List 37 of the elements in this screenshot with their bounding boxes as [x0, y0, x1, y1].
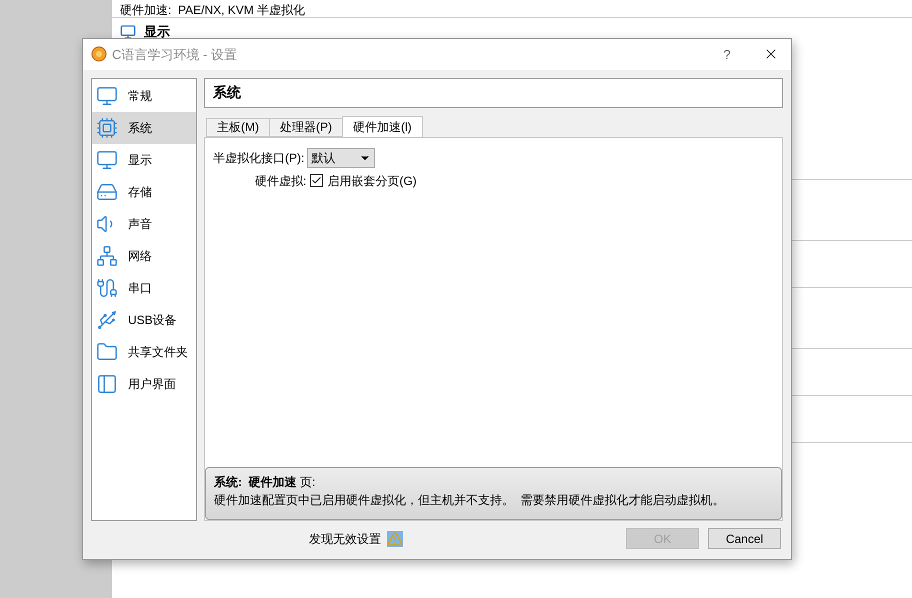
message-text: 硬件加速配置页中已启用硬件虚拟化，但主机并不支持。 需要禁用硬件虚拟化才能启动虚拟机。 — [214, 492, 726, 509]
sidebar-item[interactable]: 系统 — [92, 112, 196, 144]
monitor-icon — [120, 24, 136, 40]
tab[interactable]: 主板(M) — [206, 118, 270, 137]
chip-icon — [96, 116, 118, 139]
message-title: 系统: 硬件加速 页: — [214, 474, 316, 491]
monitor-icon — [96, 148, 118, 171]
sidebar-item[interactable]: USB设备 — [92, 304, 196, 336]
sidebar-item[interactable]: 串口 — [92, 272, 196, 304]
field-label: 硬件虚拟: — [255, 172, 306, 190]
monitor-icon — [96, 84, 118, 107]
flower-icon — [91, 46, 107, 62]
tab[interactable]: 处理器(P) — [269, 118, 343, 137]
sidebar-item[interactable]: 声音 — [92, 208, 196, 240]
warning-icon — [387, 530, 403, 547]
sidebar-item[interactable]: 常规 — [92, 80, 196, 112]
sidebar-item[interactable]: 显示 — [92, 144, 196, 176]
warning-text: 发现无效设置 — [309, 530, 381, 548]
dropdown[interactable]: 默认 — [307, 148, 376, 168]
checkbox[interactable]: 启用嵌套分页(G) — [310, 172, 417, 190]
cable-icon — [96, 276, 118, 299]
dialog-button[interactable]: Cancel — [708, 528, 781, 550]
field-label: 半虚拟化接口(P): — [213, 150, 304, 167]
sidebar-item[interactable]: 用户界面 — [92, 368, 196, 400]
network-icon — [96, 244, 118, 267]
window-title: C语言学习环境 - 设置 — [112, 46, 237, 64]
sidebar-item[interactable]: 网络 — [92, 240, 196, 272]
sidebar-item[interactable]: 存储 — [92, 176, 196, 208]
usb-icon — [96, 308, 118, 331]
detail-text: 硬件加速: PAE/NX, KVM 半虚拟化 — [120, 3, 306, 17]
folder-icon — [96, 340, 118, 363]
page-header: 系统 — [204, 78, 783, 108]
help-button[interactable]: ? — [715, 44, 739, 64]
tab[interactable]: 硬件加速(l) — [342, 116, 423, 137]
window-icon — [96, 372, 118, 395]
section-title: 显示 — [144, 23, 170, 41]
sidebar-item[interactable]: 共享文件夹 — [92, 336, 196, 368]
